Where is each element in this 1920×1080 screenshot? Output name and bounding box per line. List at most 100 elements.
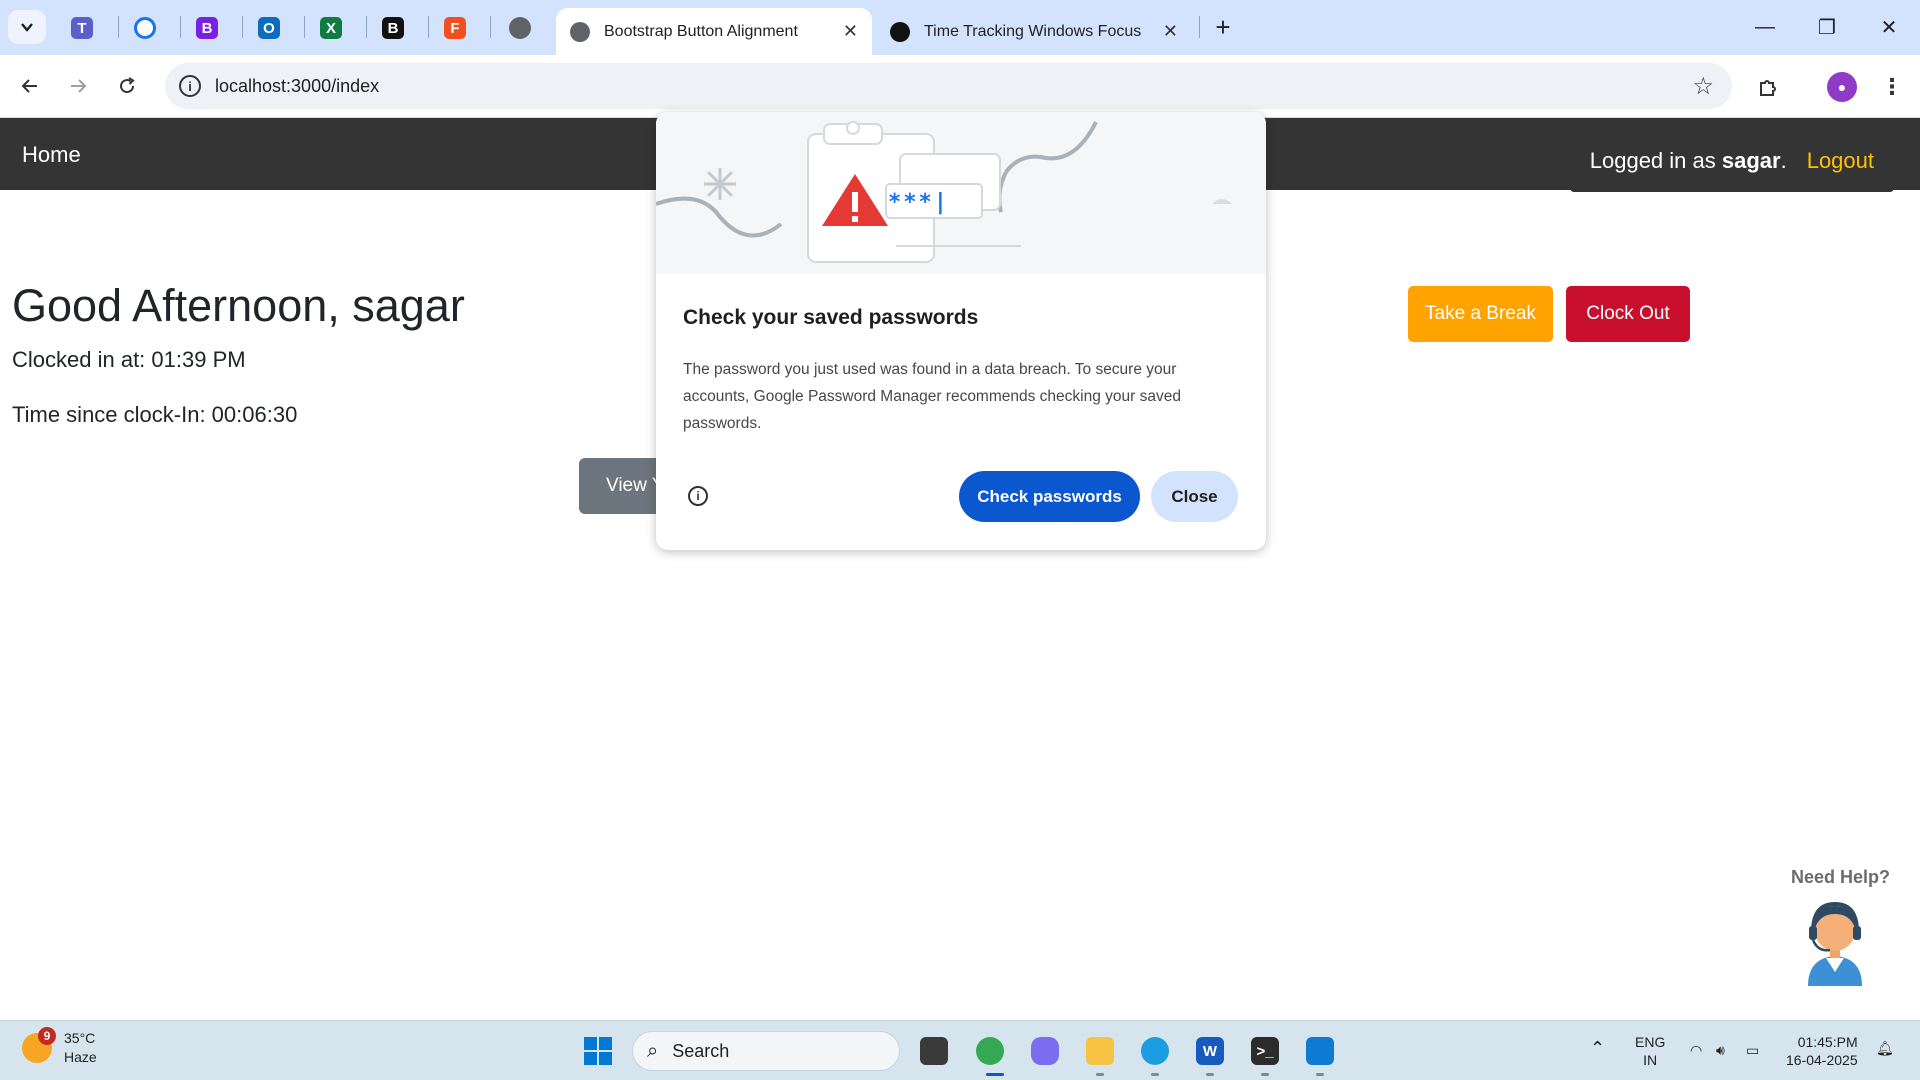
reload-icon: [120, 77, 135, 94]
info-icon[interactable]: i: [688, 486, 708, 506]
username: sagar: [1721, 148, 1781, 173]
pinned-tab-clock[interactable]: [129, 12, 161, 44]
taskbar-edge[interactable]: [1137, 1033, 1173, 1069]
pinned-tab-figma[interactable]: F: [439, 12, 471, 44]
close-tab-icon[interactable]: ✕: [843, 21, 858, 42]
battery-icon[interactable]: ▭: [1746, 1041, 1759, 1059]
running-app-indicator: [1096, 1073, 1104, 1076]
nav-home-link[interactable]: Home: [22, 142, 81, 168]
weather-text: 35°C Haze: [64, 1029, 97, 1067]
word-icon: W: [1196, 1037, 1224, 1065]
outlook-icon: O: [258, 17, 280, 39]
bootstrap-icon: B: [196, 17, 218, 39]
site-info-icon[interactable]: i: [179, 75, 201, 97]
chrome-menu-button[interactable]: ⋮: [1874, 69, 1910, 105]
password-warning-illustration: [656, 112, 1266, 274]
taskbar-search-box[interactable]: ⌕ Search: [632, 1031, 900, 1071]
pinned-tab-bold[interactable]: B: [377, 12, 409, 44]
taskbar-file-explorer[interactable]: [1082, 1033, 1118, 1069]
task-view-button[interactable]: [916, 1033, 952, 1069]
excel-icon: X: [320, 17, 342, 39]
vscode-icon: [1306, 1037, 1334, 1065]
dialog-body: The password you just used was found in …: [683, 361, 1181, 432]
tab-separator: [490, 16, 491, 38]
wifi-icon[interactable]: ◠: [1690, 1041, 1702, 1059]
pinned-tab-excel[interactable]: X: [315, 12, 347, 44]
clocked-in-time: Clocked in at: 01:39 PM: [12, 347, 246, 372]
bookmark-star-icon[interactable]: ☆: [1692, 72, 1714, 101]
taskbar-terminal[interactable]: >_: [1247, 1033, 1283, 1069]
copilot-icon: [1031, 1037, 1059, 1065]
tab-search-button[interactable]: [8, 10, 46, 44]
password-breach-dialog: ***| Check your saved passwords The pass…: [656, 112, 1266, 550]
check-passwords-button[interactable]: Check passwords: [959, 471, 1140, 522]
clock-time: 01:45:PM: [1797, 1034, 1858, 1050]
language-indicator[interactable]: ENG IN: [1635, 1033, 1665, 1069]
folder-icon: [1086, 1037, 1114, 1065]
chevron-down-icon: [21, 23, 33, 32]
show-hidden-icons-button[interactable]: ⌃: [1590, 1039, 1605, 1057]
logged-in-suffix: .: [1780, 148, 1787, 173]
tab-title: Time Tracking Windows Focus: [924, 22, 1142, 40]
clock-widget[interactable]: 01:45:PM 16-04-2025: [1786, 1033, 1858, 1069]
close-dialog-button[interactable]: Close: [1151, 471, 1238, 522]
sun-haze-icon: 9: [22, 1027, 56, 1063]
search-icon: ⌕: [647, 1039, 659, 1062]
teams-icon: T: [71, 17, 93, 39]
reload-button[interactable]: [110, 69, 144, 103]
taskbar-chrome[interactable]: [972, 1033, 1008, 1069]
logged-in-prefix: Logged in as: [1589, 148, 1722, 173]
tab-bootstrap-button-alignment[interactable]: Bootstrap Button Alignment ✕: [556, 8, 872, 55]
address-bar[interactable]: i localhost:3000/index ☆: [165, 63, 1732, 109]
clock-out-button[interactable]: Clock Out: [1566, 286, 1690, 342]
new-tab-button[interactable]: +: [1208, 12, 1238, 42]
profile-button[interactable]: ●: [1824, 69, 1860, 105]
task-view-icon: [920, 1037, 948, 1065]
logout-link[interactable]: Logout: [1807, 148, 1874, 174]
globe-icon: [509, 17, 531, 39]
pinned-tab-bootstrap[interactable]: B: [191, 12, 223, 44]
notifications-bell-icon[interactable]: 🔔︎: [1876, 1039, 1894, 1057]
tab-time-tracking[interactable]: Time Tracking Windows Focus ✕: [876, 8, 1192, 55]
support-agent-icon[interactable]: [1800, 896, 1870, 986]
running-app-indicator: [1316, 1073, 1324, 1076]
pinned-tab-teams[interactable]: T: [66, 12, 98, 44]
tab-separator: [304, 16, 305, 38]
restore-button[interactable]: ❐: [1804, 10, 1850, 44]
taskbar-vscode[interactable]: [1302, 1033, 1338, 1069]
profile-avatar-icon: ●: [1827, 72, 1857, 102]
need-help-label[interactable]: Need Help?: [1791, 867, 1890, 888]
pinned-tab-outlook[interactable]: O: [253, 12, 285, 44]
start-button[interactable]: [580, 1033, 616, 1069]
weather-condition: Haze: [64, 1049, 97, 1065]
tab-title: Bootstrap Button Alignment: [604, 22, 798, 40]
arrow-right-icon: [71, 79, 87, 93]
time-since-clock-in: Time since clock-In: 00:06:30: [12, 402, 298, 427]
chrome-icon: [976, 1037, 1004, 1065]
pinned-tab-globe[interactable]: [504, 12, 536, 44]
active-app-indicator: [986, 1073, 1004, 1076]
tab-separator: [242, 16, 243, 38]
browser-tab-strip: T B O X B F Bootstrap Button Alignment ✕…: [0, 0, 1920, 55]
weather-alert-badge: 9: [38, 1027, 56, 1045]
close-window-button[interactable]: ✕: [1866, 10, 1912, 44]
figma-icon: F: [444, 17, 466, 39]
back-button[interactable]: [13, 69, 47, 103]
bold-b-icon: B: [382, 17, 404, 39]
globe-icon: [570, 21, 590, 42]
extensions-button[interactable]: [1750, 69, 1786, 105]
tab-separator: [366, 16, 367, 38]
url-text[interactable]: localhost:3000/index: [215, 76, 379, 97]
close-tab-icon[interactable]: ✕: [1163, 21, 1178, 42]
clock-date: 16-04-2025: [1786, 1052, 1858, 1068]
take-a-break-button[interactable]: Take a Break: [1408, 286, 1553, 342]
forward-button[interactable]: [61, 69, 95, 103]
taskbar-word[interactable]: W: [1192, 1033, 1228, 1069]
minimize-button[interactable]: —: [1742, 10, 1788, 44]
weather-widget[interactable]: 9 35°C Haze: [22, 1027, 97, 1067]
language-code: ENG: [1635, 1034, 1666, 1050]
volume-icon[interactable]: 🔊︎: [1716, 1041, 1725, 1059]
windows-logo-icon: [584, 1037, 612, 1065]
taskbar-copilot[interactable]: [1027, 1033, 1063, 1069]
puzzle-icon: [1760, 80, 1776, 96]
